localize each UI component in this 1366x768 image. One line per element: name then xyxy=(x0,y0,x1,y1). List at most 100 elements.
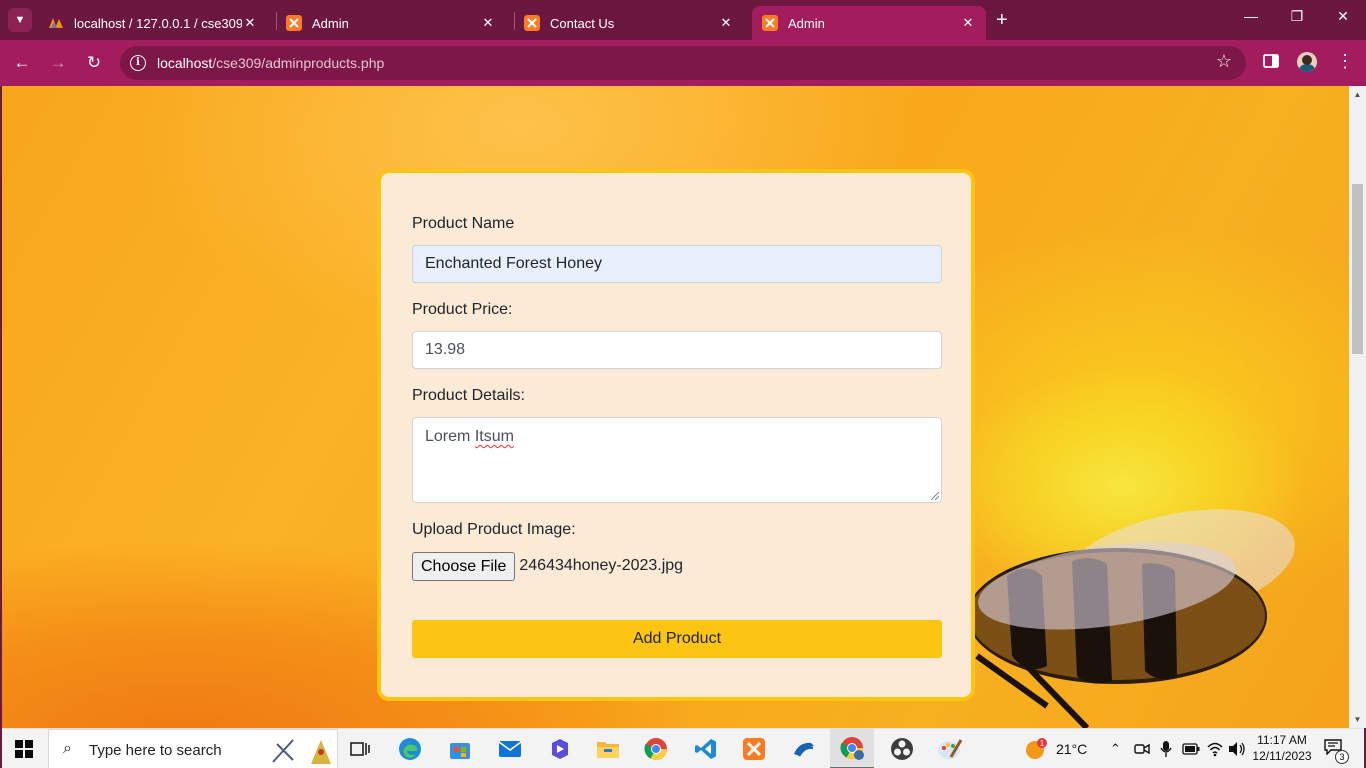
task-view-button[interactable] xyxy=(338,729,382,768)
edge-icon xyxy=(399,738,421,760)
profile-avatar[interactable] xyxy=(1297,52,1317,72)
page-viewport: Product Name Enchanted Forest Honey Prod… xyxy=(2,86,1349,728)
xampp-icon xyxy=(743,738,765,760)
url-path: /cse309/adminproducts.php xyxy=(212,55,385,71)
add-product-button[interactable]: Add Product xyxy=(412,620,942,658)
selected-file-name: 246434honey-2023.jpg xyxy=(519,557,684,574)
product-details-textarea[interactable]: Lorem Itsum xyxy=(412,417,942,503)
xampp-icon xyxy=(762,15,778,31)
wifi-icon xyxy=(1207,742,1223,757)
clipchamp-app[interactable] xyxy=(538,729,582,768)
bee-background-image xyxy=(967,509,1295,728)
volume-status[interactable] xyxy=(1228,729,1246,768)
weather-widget[interactable]: 1 21°C xyxy=(1024,729,1087,768)
store-icon xyxy=(450,743,470,759)
choose-file-button[interactable]: Choose File xyxy=(412,551,516,581)
side-panel-button[interactable] xyxy=(1262,52,1280,75)
reload-button[interactable]: ↻ xyxy=(82,52,106,74)
url-text[interactable]: localhost/cse309/adminproducts.php xyxy=(157,55,384,71)
add-product-form: Product Name Enchanted Forest Honey Prod… xyxy=(377,169,975,701)
clock-date: 12/11/2023 xyxy=(1252,749,1312,763)
vscode-app[interactable] xyxy=(684,729,728,768)
tab-admin-1[interactable]: Admin ✕ xyxy=(276,6,506,40)
obs-app[interactable] xyxy=(880,729,924,768)
scrollbar-thumb[interactable] xyxy=(1352,184,1363,354)
mail-app[interactable] xyxy=(488,729,532,768)
kebab-menu-icon: ⋮ xyxy=(1336,51,1354,71)
close-icon[interactable]: ✕ xyxy=(718,15,734,31)
battery-status[interactable] xyxy=(1182,729,1200,768)
search-icon: ⌕ xyxy=(63,740,72,757)
arrow-right-icon: → xyxy=(49,53,67,72)
search-highlight-icon xyxy=(272,739,331,764)
plus-icon: + xyxy=(996,9,1008,31)
new-tab-button[interactable]: + xyxy=(996,10,1008,30)
vscode-icon xyxy=(695,739,716,759)
xampp-icon xyxy=(524,15,540,31)
start-button[interactable] xyxy=(2,729,46,768)
chrome-profile-app[interactable] xyxy=(830,729,874,768)
upload-image-label: Upload Product Image: xyxy=(412,521,576,538)
close-icon[interactable]: ✕ xyxy=(960,15,976,31)
arrow-left-icon: ← xyxy=(13,53,31,72)
battery-icon xyxy=(1182,743,1200,755)
file-explorer-icon xyxy=(597,742,619,758)
tab-title: localhost / 127.0.0.1 / cse309 / a xyxy=(74,15,242,31)
back-button[interactable]: ← xyxy=(10,52,34,74)
side-panel-icon xyxy=(1263,54,1279,68)
address-bar[interactable]: i localhost/cse309/adminproducts.php ☆ xyxy=(120,46,1246,80)
close-icon: ✕ xyxy=(1337,8,1349,24)
file-input: Choose File 246434honey-2023.jpg xyxy=(412,551,683,581)
bookmark-star-icon[interactable]: ☆ xyxy=(1216,51,1232,72)
volume-icon xyxy=(1229,742,1245,756)
xampp-app[interactable] xyxy=(732,729,776,768)
show-hidden-icons-button[interactable]: ⌃ xyxy=(1110,729,1121,768)
minimize-icon: — xyxy=(1244,8,1258,24)
tab-contact-us[interactable]: Contact Us ✕ xyxy=(514,6,744,40)
chrome-icon xyxy=(644,738,667,760)
wifi-status[interactable] xyxy=(1206,729,1224,768)
page-scrollbar[interactable]: ▲ ▼ xyxy=(1349,86,1366,728)
windows-logo-icon xyxy=(15,740,33,758)
site-info-icon[interactable]: i xyxy=(130,55,146,71)
taskbar-clock[interactable]: 11:17 AM 12/11/2023 xyxy=(1250,732,1314,764)
network-app[interactable] xyxy=(782,729,826,768)
meet-now-button[interactable] xyxy=(1134,729,1150,768)
store-app[interactable] xyxy=(438,729,482,768)
chevron-down-icon: ▼ xyxy=(14,14,26,26)
edge-app[interactable] xyxy=(388,729,432,768)
product-price-value: 13.98 xyxy=(425,341,466,358)
scroll-up-icon[interactable]: ▲ xyxy=(1349,86,1366,103)
close-icon[interactable]: ✕ xyxy=(480,15,496,31)
resize-handle[interactable] xyxy=(931,492,939,500)
file-explorer-app[interactable] xyxy=(586,729,630,768)
phpmyadmin-icon xyxy=(49,18,63,28)
mail-icon xyxy=(498,741,522,757)
chrome-profile-icon xyxy=(840,737,864,760)
url-host: localhost xyxy=(157,55,213,71)
menu-button[interactable]: ⋮ xyxy=(1336,51,1354,72)
product-price-input[interactable]: 13.98 xyxy=(412,331,942,369)
paint-app[interactable] xyxy=(928,729,972,768)
chrome-app[interactable] xyxy=(634,729,678,768)
reload-icon: ↻ xyxy=(86,53,102,72)
product-name-input[interactable]: Enchanted Forest Honey xyxy=(412,245,942,283)
tab-title: Admin xyxy=(312,15,349,31)
tab-strip: ▼ localhost / 127.0.0.1 / cse309 / a ✕ A… xyxy=(0,0,1366,40)
tab-search-button[interactable]: ▼ xyxy=(8,8,32,32)
clock-time: 11:17 AM xyxy=(1257,733,1307,747)
product-price-label: Product Price: xyxy=(412,301,513,318)
tab-phpmyadmin[interactable]: localhost / 127.0.0.1 / cse309 / a ✕ xyxy=(38,6,268,40)
weather-badge: 1 xyxy=(1040,739,1045,748)
scroll-down-icon[interactable]: ▼ xyxy=(1349,711,1366,728)
microphone-button[interactable] xyxy=(1160,729,1172,768)
close-window-button[interactable]: ✕ xyxy=(1328,8,1358,25)
taskbar-search-box[interactable]: ⌕ Type here to search xyxy=(48,729,338,768)
minimize-button[interactable]: — xyxy=(1236,8,1266,24)
tab-admin-active[interactable]: Admin ✕ xyxy=(752,6,986,40)
notification-count-badge: 3 xyxy=(1335,750,1349,764)
restore-button[interactable]: ❐ xyxy=(1282,8,1312,25)
forward-button[interactable]: → xyxy=(46,52,70,74)
close-icon[interactable]: ✕ xyxy=(242,15,258,31)
paint-icon xyxy=(938,739,963,759)
